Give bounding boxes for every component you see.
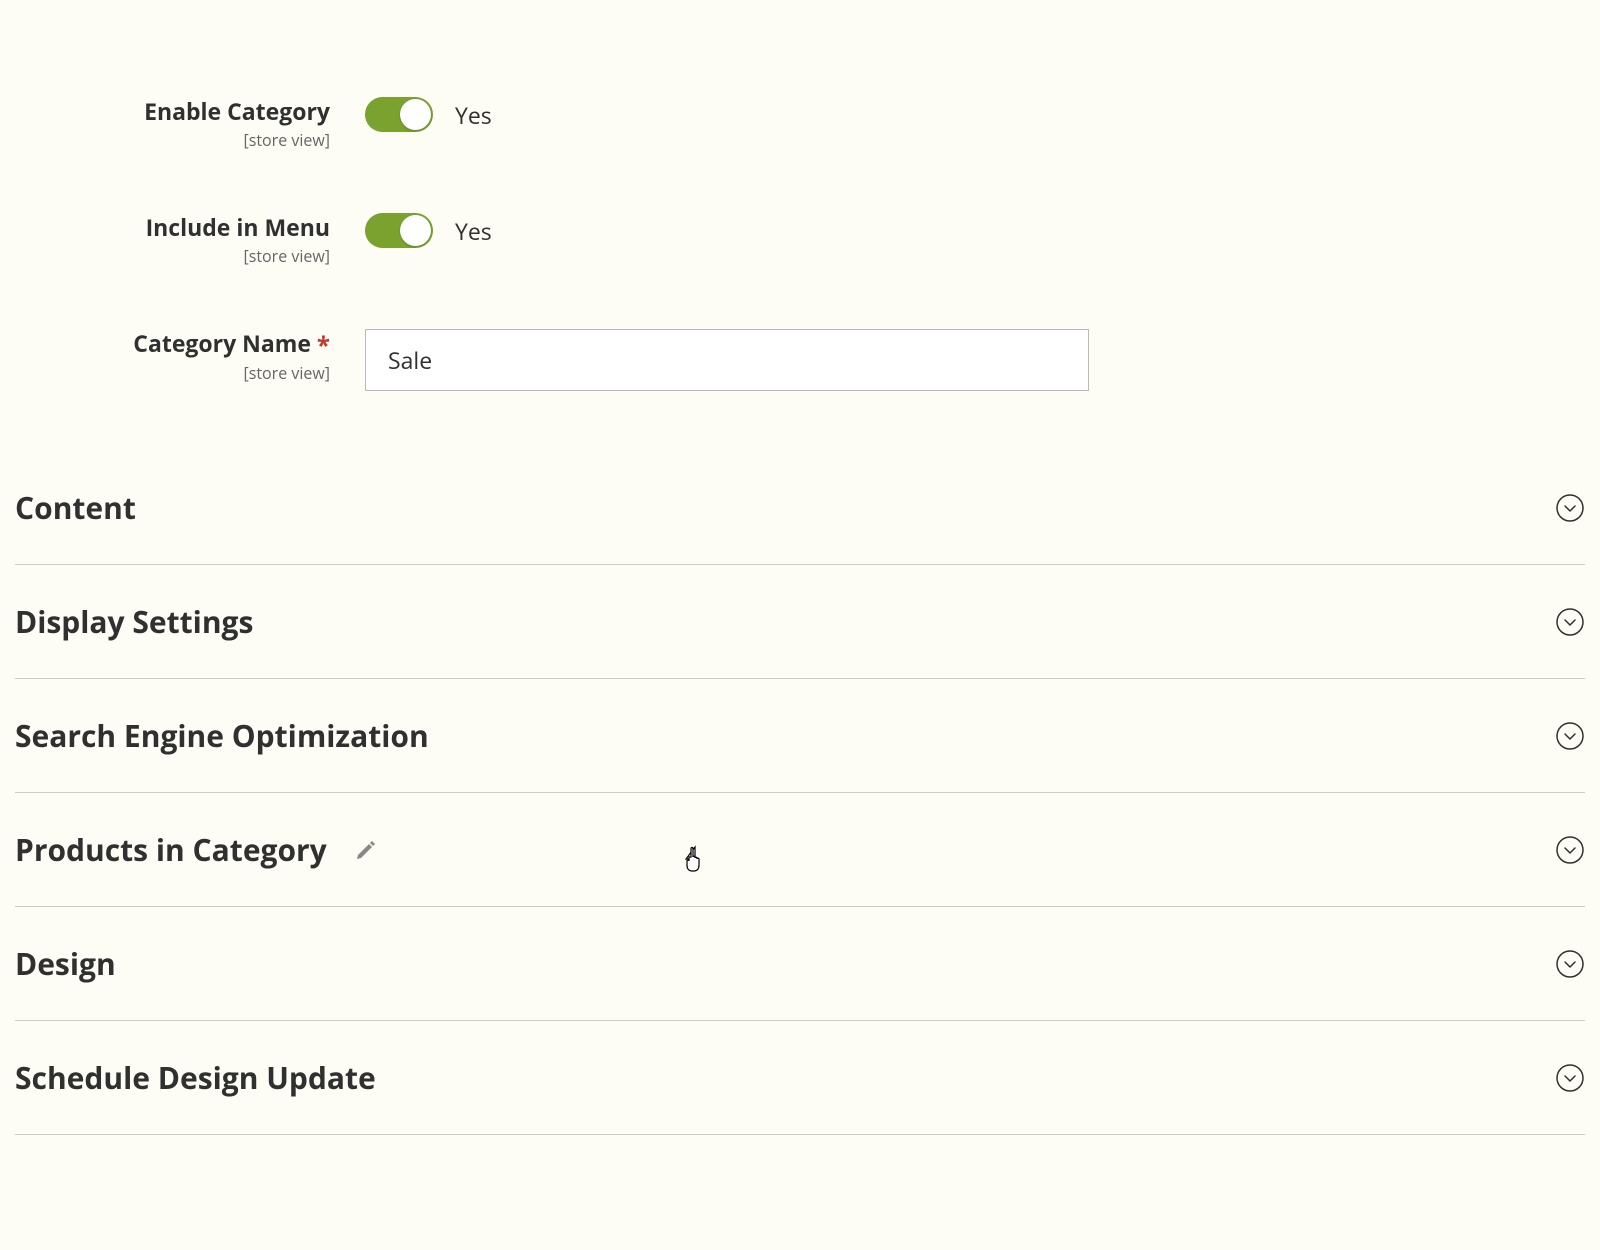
- include-in-menu-label-block: Include in Menu [store view]: [15, 211, 365, 267]
- include-in-menu-label: Include in Menu: [15, 211, 330, 243]
- include-in-menu-field: Include in Menu [store view] Yes: [15, 211, 1585, 267]
- scope-label: [store view]: [15, 362, 330, 384]
- chevron-down-icon: [1555, 949, 1585, 979]
- section-schedule-design-update[interactable]: Schedule Design Update: [15, 1021, 1585, 1135]
- section-seo[interactable]: Search Engine Optimization: [15, 679, 1585, 793]
- enable-category-label: Enable Category: [15, 95, 330, 127]
- enable-category-field: Enable Category [store view] Yes: [15, 95, 1585, 151]
- section-design-title: Design: [15, 943, 116, 984]
- section-display-settings[interactable]: Display Settings: [15, 565, 1585, 679]
- chevron-down-icon: [1555, 607, 1585, 637]
- accordion-sections: Content Display Settings Search Engine O…: [15, 451, 1585, 1135]
- section-display-settings-title: Display Settings: [15, 601, 253, 642]
- include-in-menu-toggle-state: Yes: [455, 215, 492, 247]
- enable-category-toggle[interactable]: [365, 97, 433, 132]
- section-content-title: Content: [15, 487, 136, 528]
- section-content[interactable]: Content: [15, 451, 1585, 565]
- chevron-down-icon: [1555, 721, 1585, 751]
- toggle-knob: [400, 99, 431, 130]
- category-name-label-block: Category Name* [store view]: [15, 327, 365, 384]
- scope-label: [store view]: [15, 129, 330, 151]
- section-design[interactable]: Design: [15, 907, 1585, 1021]
- category-name-input[interactable]: [365, 329, 1089, 391]
- chevron-down-icon: [1555, 493, 1585, 523]
- enable-category-toggle-state: Yes: [455, 99, 492, 131]
- include-in-menu-toggle[interactable]: [365, 213, 433, 248]
- scope-label: [store view]: [15, 245, 330, 267]
- section-seo-title: Search Engine Optimization: [15, 715, 429, 756]
- section-products-title: Products in Category: [15, 829, 327, 870]
- chevron-down-icon: [1555, 835, 1585, 865]
- category-name-field: Category Name* [store view]: [15, 327, 1585, 391]
- chevron-down-icon: [1555, 1063, 1585, 1093]
- section-schedule-design-title: Schedule Design Update: [15, 1057, 376, 1098]
- toggle-knob: [400, 215, 431, 246]
- pencil-icon[interactable]: [355, 839, 377, 861]
- section-products-in-category[interactable]: Products in Category: [15, 793, 1585, 907]
- enable-category-label-block: Enable Category [store view]: [15, 95, 365, 151]
- category-name-label: Category Name*: [15, 327, 330, 360]
- required-asterisk-icon: *: [317, 329, 330, 362]
